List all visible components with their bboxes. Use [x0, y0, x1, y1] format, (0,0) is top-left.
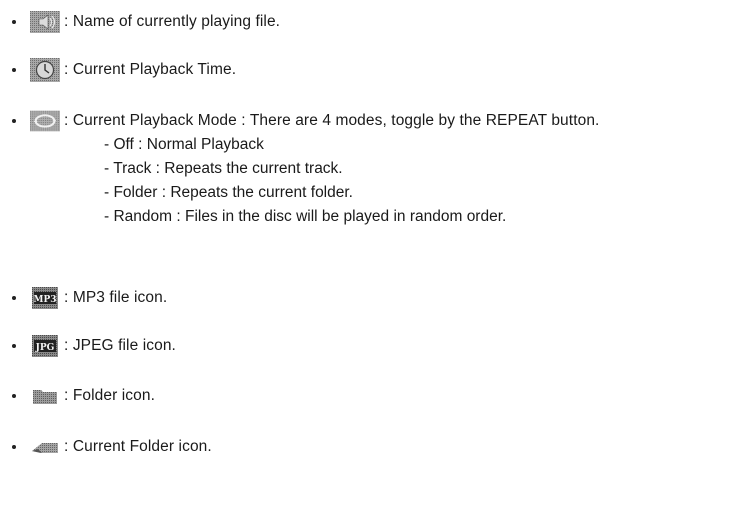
speaker-icon	[30, 10, 60, 34]
bullet	[12, 344, 16, 348]
bullet	[12, 296, 16, 300]
item-description: : Current Playback Mode : There are 4 mo…	[64, 112, 600, 129]
jpeg-file-icon: JPG	[30, 334, 60, 358]
folder-icon	[30, 384, 60, 408]
item-description: : Folder icon.	[64, 387, 155, 404]
item-playback-mode: : Current Playback Mode : There are 4 mo…	[12, 107, 599, 135]
item-playback-time: : Current Playback Time.	[12, 56, 236, 84]
svg-text:JPG: JPG	[35, 343, 55, 353]
item-description: : JPEG file icon.	[64, 337, 176, 354]
item-mp3-file: MP3 : MP3 file icon.	[12, 284, 167, 312]
svg-text:MP3: MP3	[34, 295, 57, 305]
list-item: - Track : Repeats the current track.	[104, 160, 343, 177]
item-folder: : Folder icon.	[12, 382, 155, 410]
playback-modes-list: - Off : Normal Playback - Track : Repeat…	[104, 133, 506, 229]
list-item: - Random : Files in the disc will be pla…	[104, 208, 507, 225]
clock-icon	[30, 58, 60, 82]
list-item: - Off : Normal Playback	[104, 136, 264, 153]
bullet	[12, 445, 16, 449]
item-description: : MP3 file icon.	[64, 289, 168, 306]
item-current-folder: : Current Folder icon.	[12, 433, 212, 461]
item-jpeg-file: JPG : JPEG file icon.	[12, 332, 176, 360]
bullet	[12, 394, 16, 398]
current-folder-icon	[30, 435, 60, 459]
bullet	[12, 20, 16, 24]
bullet	[12, 68, 16, 72]
list-item: - Folder : Repeats the current folder.	[104, 184, 353, 201]
mp3-file-icon: MP3	[30, 286, 60, 310]
repeat-icon	[30, 109, 60, 133]
item-description: : Current Playback Time.	[64, 61, 237, 78]
item-now-playing-file: : Name of currently playing file.	[12, 8, 280, 36]
item-description: : Name of currently playing file.	[64, 13, 281, 30]
bullet	[12, 119, 16, 123]
item-description: : Current Folder icon.	[64, 438, 212, 455]
